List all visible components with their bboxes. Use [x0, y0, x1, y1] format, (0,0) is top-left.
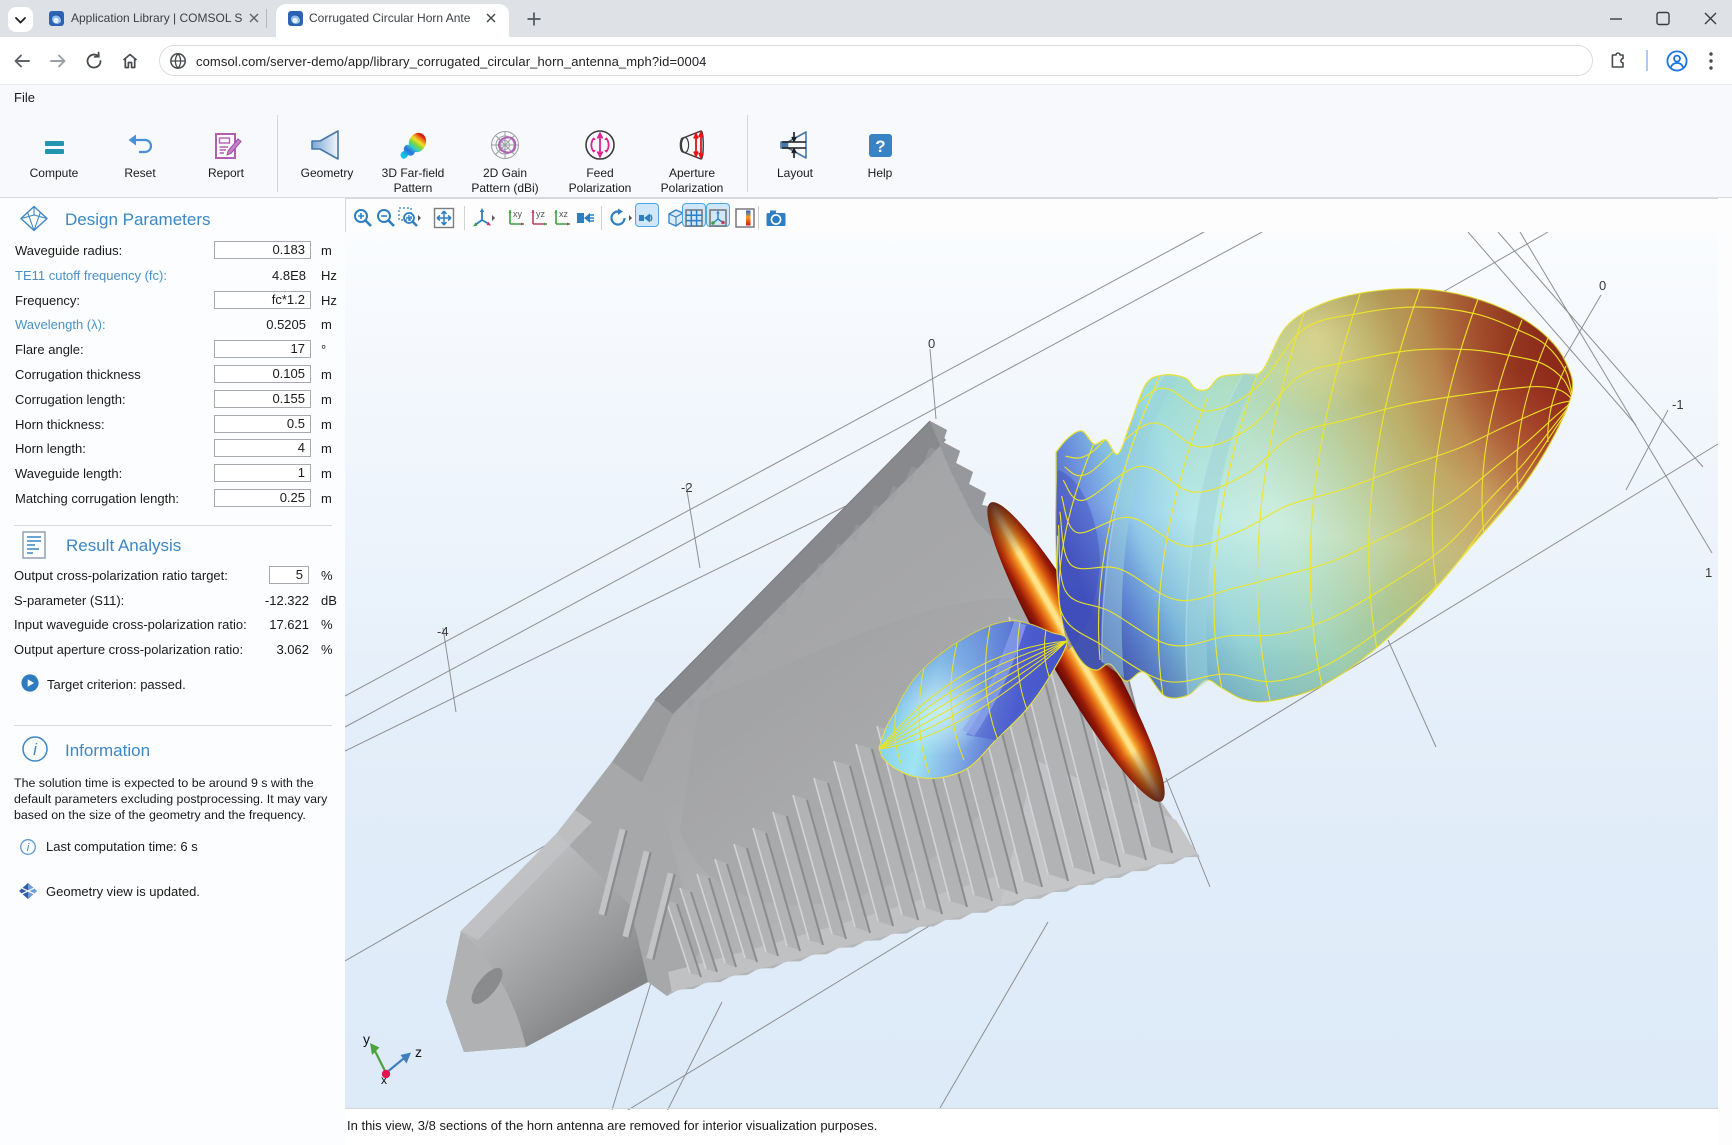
- svg-text:1: 1: [1705, 565, 1712, 580]
- svg-text:xz: xz: [559, 209, 569, 219]
- svg-text:yz: yz: [536, 209, 546, 219]
- svg-text:-2: -2: [681, 480, 693, 495]
- svg-text:?: ?: [875, 137, 885, 156]
- svg-text:0: 0: [1599, 278, 1606, 293]
- svg-text:-1: -1: [1672, 397, 1684, 412]
- svg-text:xy: xy: [513, 209, 523, 219]
- svg-text:0: 0: [928, 336, 935, 351]
- svg-text:y: y: [363, 1031, 370, 1047]
- svg-text:-4: -4: [437, 624, 449, 639]
- svg-text:z: z: [415, 1044, 422, 1060]
- svg-text:i: i: [33, 740, 38, 759]
- svg-text:i: i: [27, 842, 30, 854]
